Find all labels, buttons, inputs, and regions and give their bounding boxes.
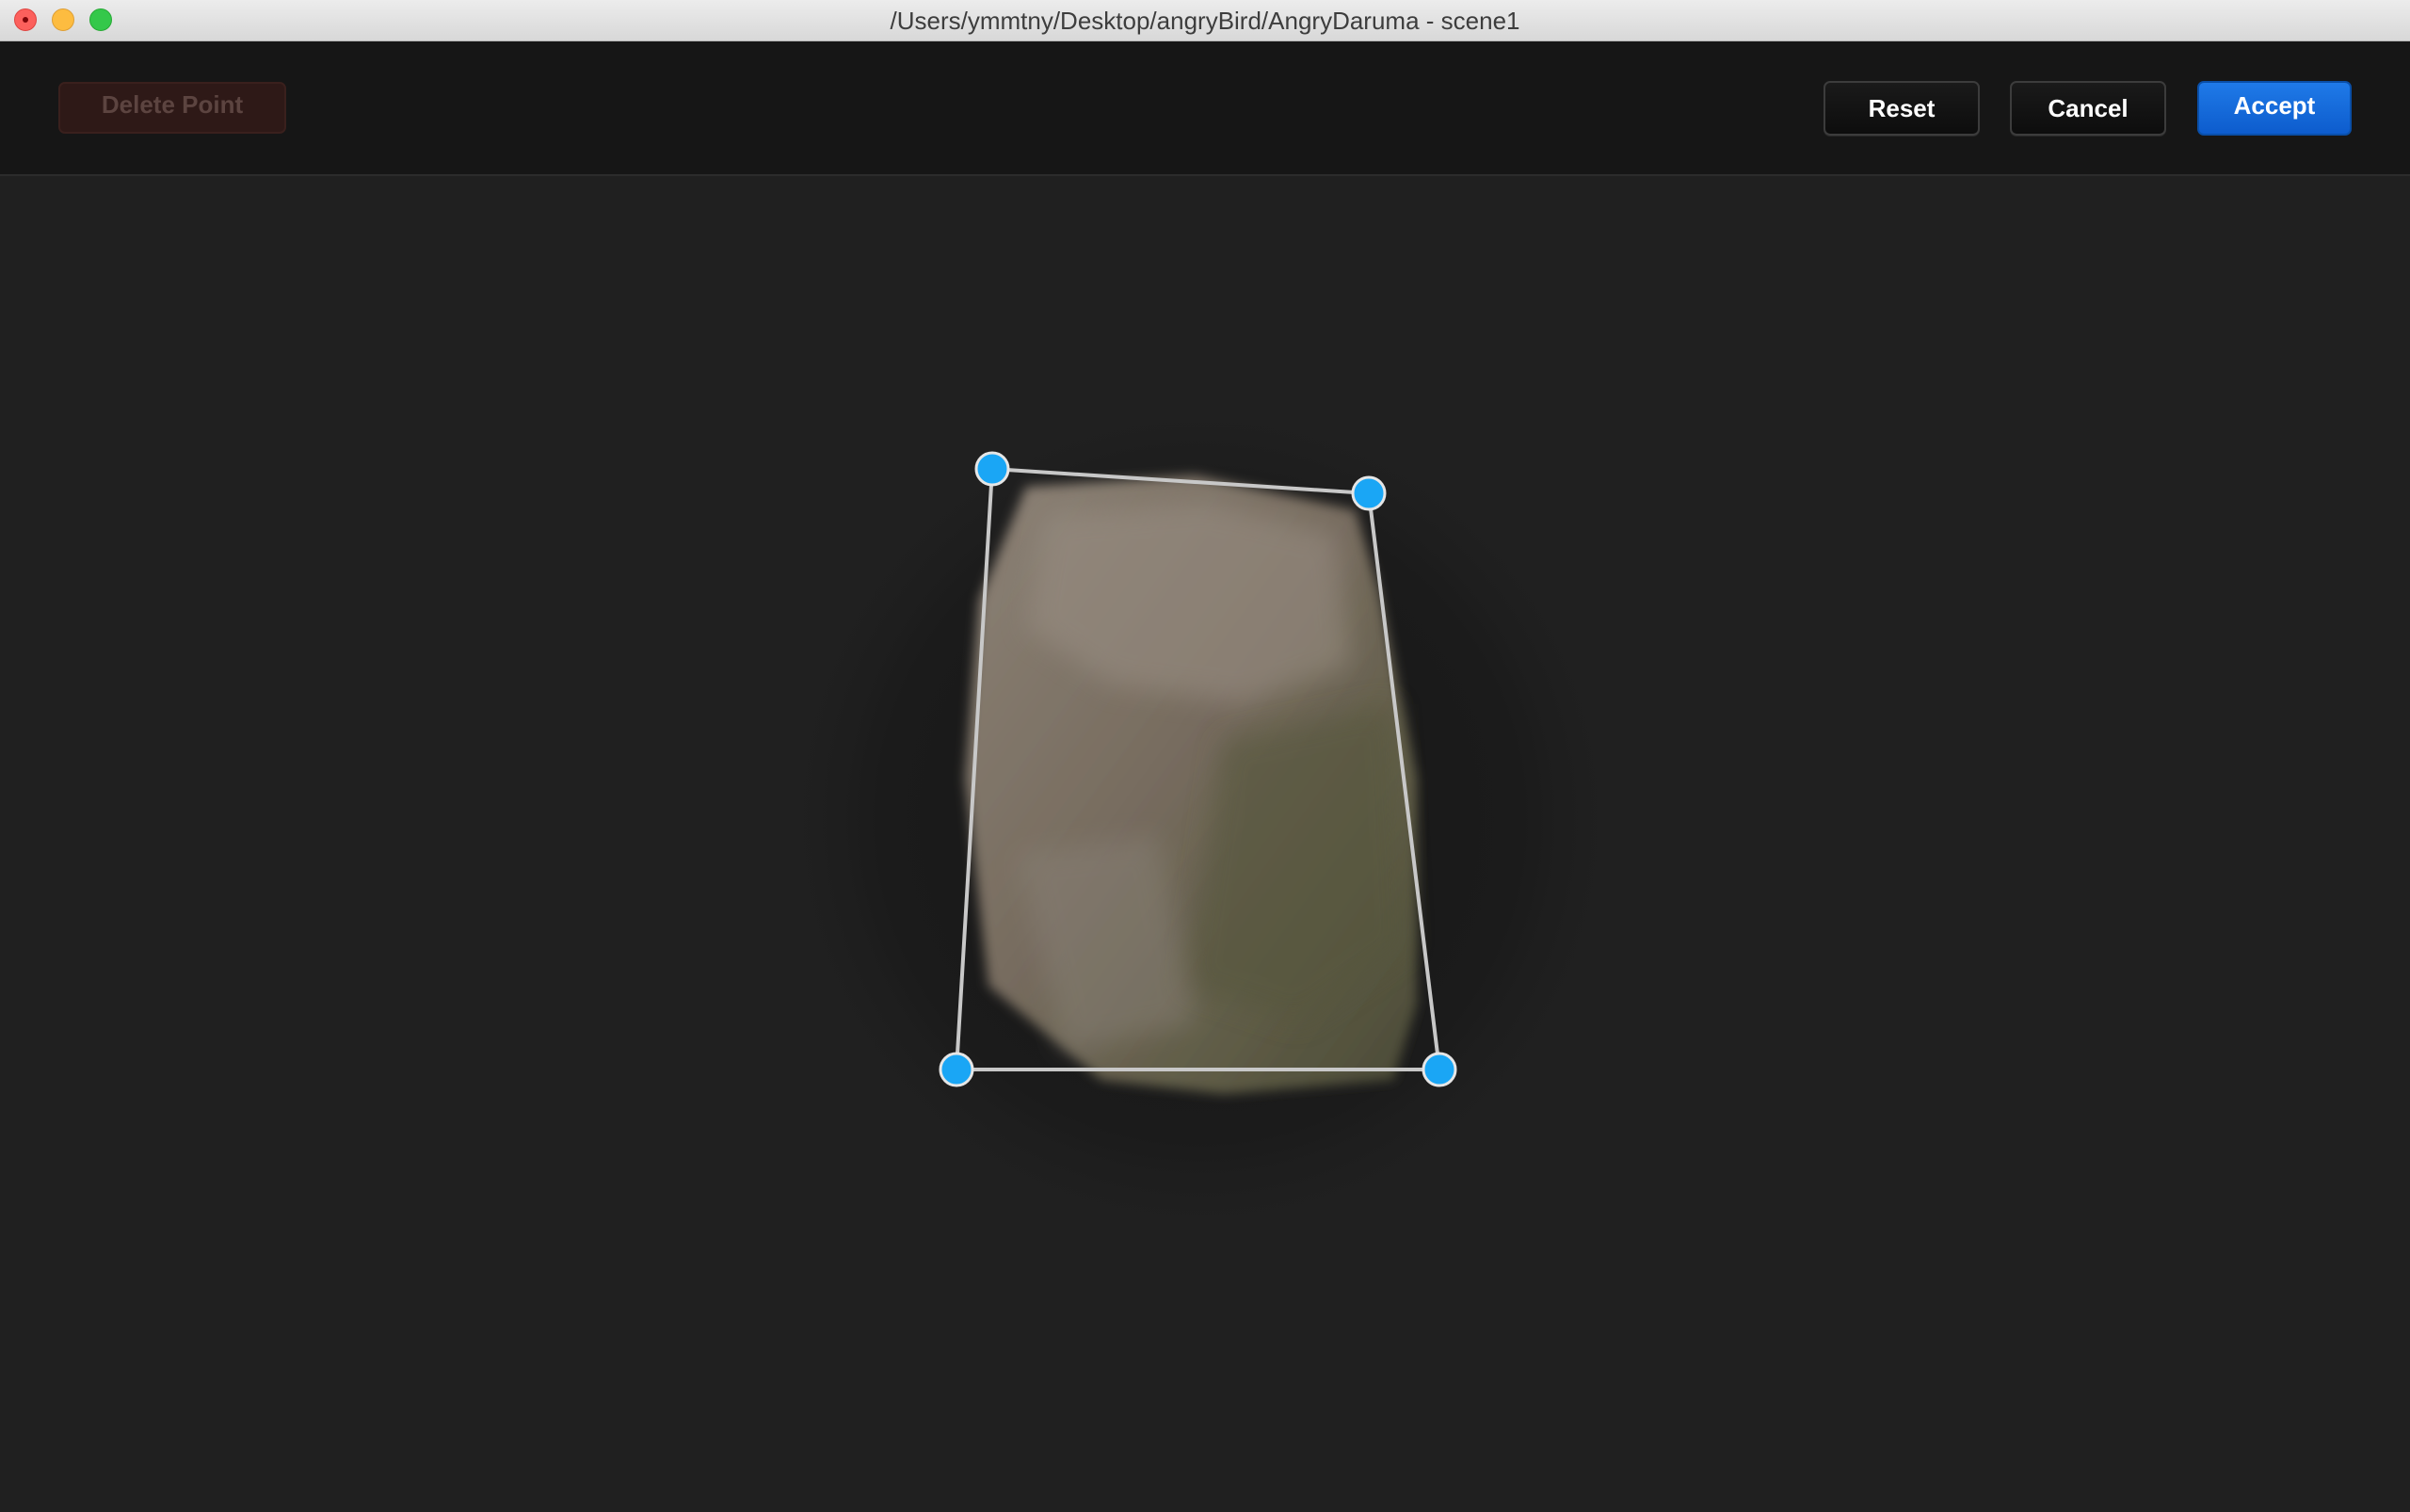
cancel-button[interactable]: Cancel [2010, 81, 2166, 136]
crop-editor-svg [758, 377, 1643, 1262]
app-window: /Users/ymmtny/Desktop/angryBird/AngryDar… [0, 0, 2410, 1512]
rock-image [965, 475, 1417, 1094]
delete-point-button[interactable]: Delete Point [58, 82, 286, 134]
title-bar: /Users/ymmtny/Desktop/angryBird/AngryDar… [0, 0, 2410, 41]
corner-handle-top-right[interactable] [1351, 475, 1387, 511]
corner-handle-top-left[interactable] [974, 451, 1010, 487]
reset-button[interactable]: Reset [1824, 81, 1980, 136]
editor-canvas[interactable] [0, 176, 2410, 1512]
toolbar: Delete Point Reset Cancel Accept [0, 41, 2410, 176]
corner-handle-bottom-left[interactable] [939, 1052, 974, 1087]
window-title: /Users/ymmtny/Desktop/angryBird/AngryDar… [890, 7, 1520, 35]
accept-button[interactable]: Accept [2197, 81, 2352, 136]
corner-handle-bottom-right[interactable] [1422, 1052, 1457, 1087]
